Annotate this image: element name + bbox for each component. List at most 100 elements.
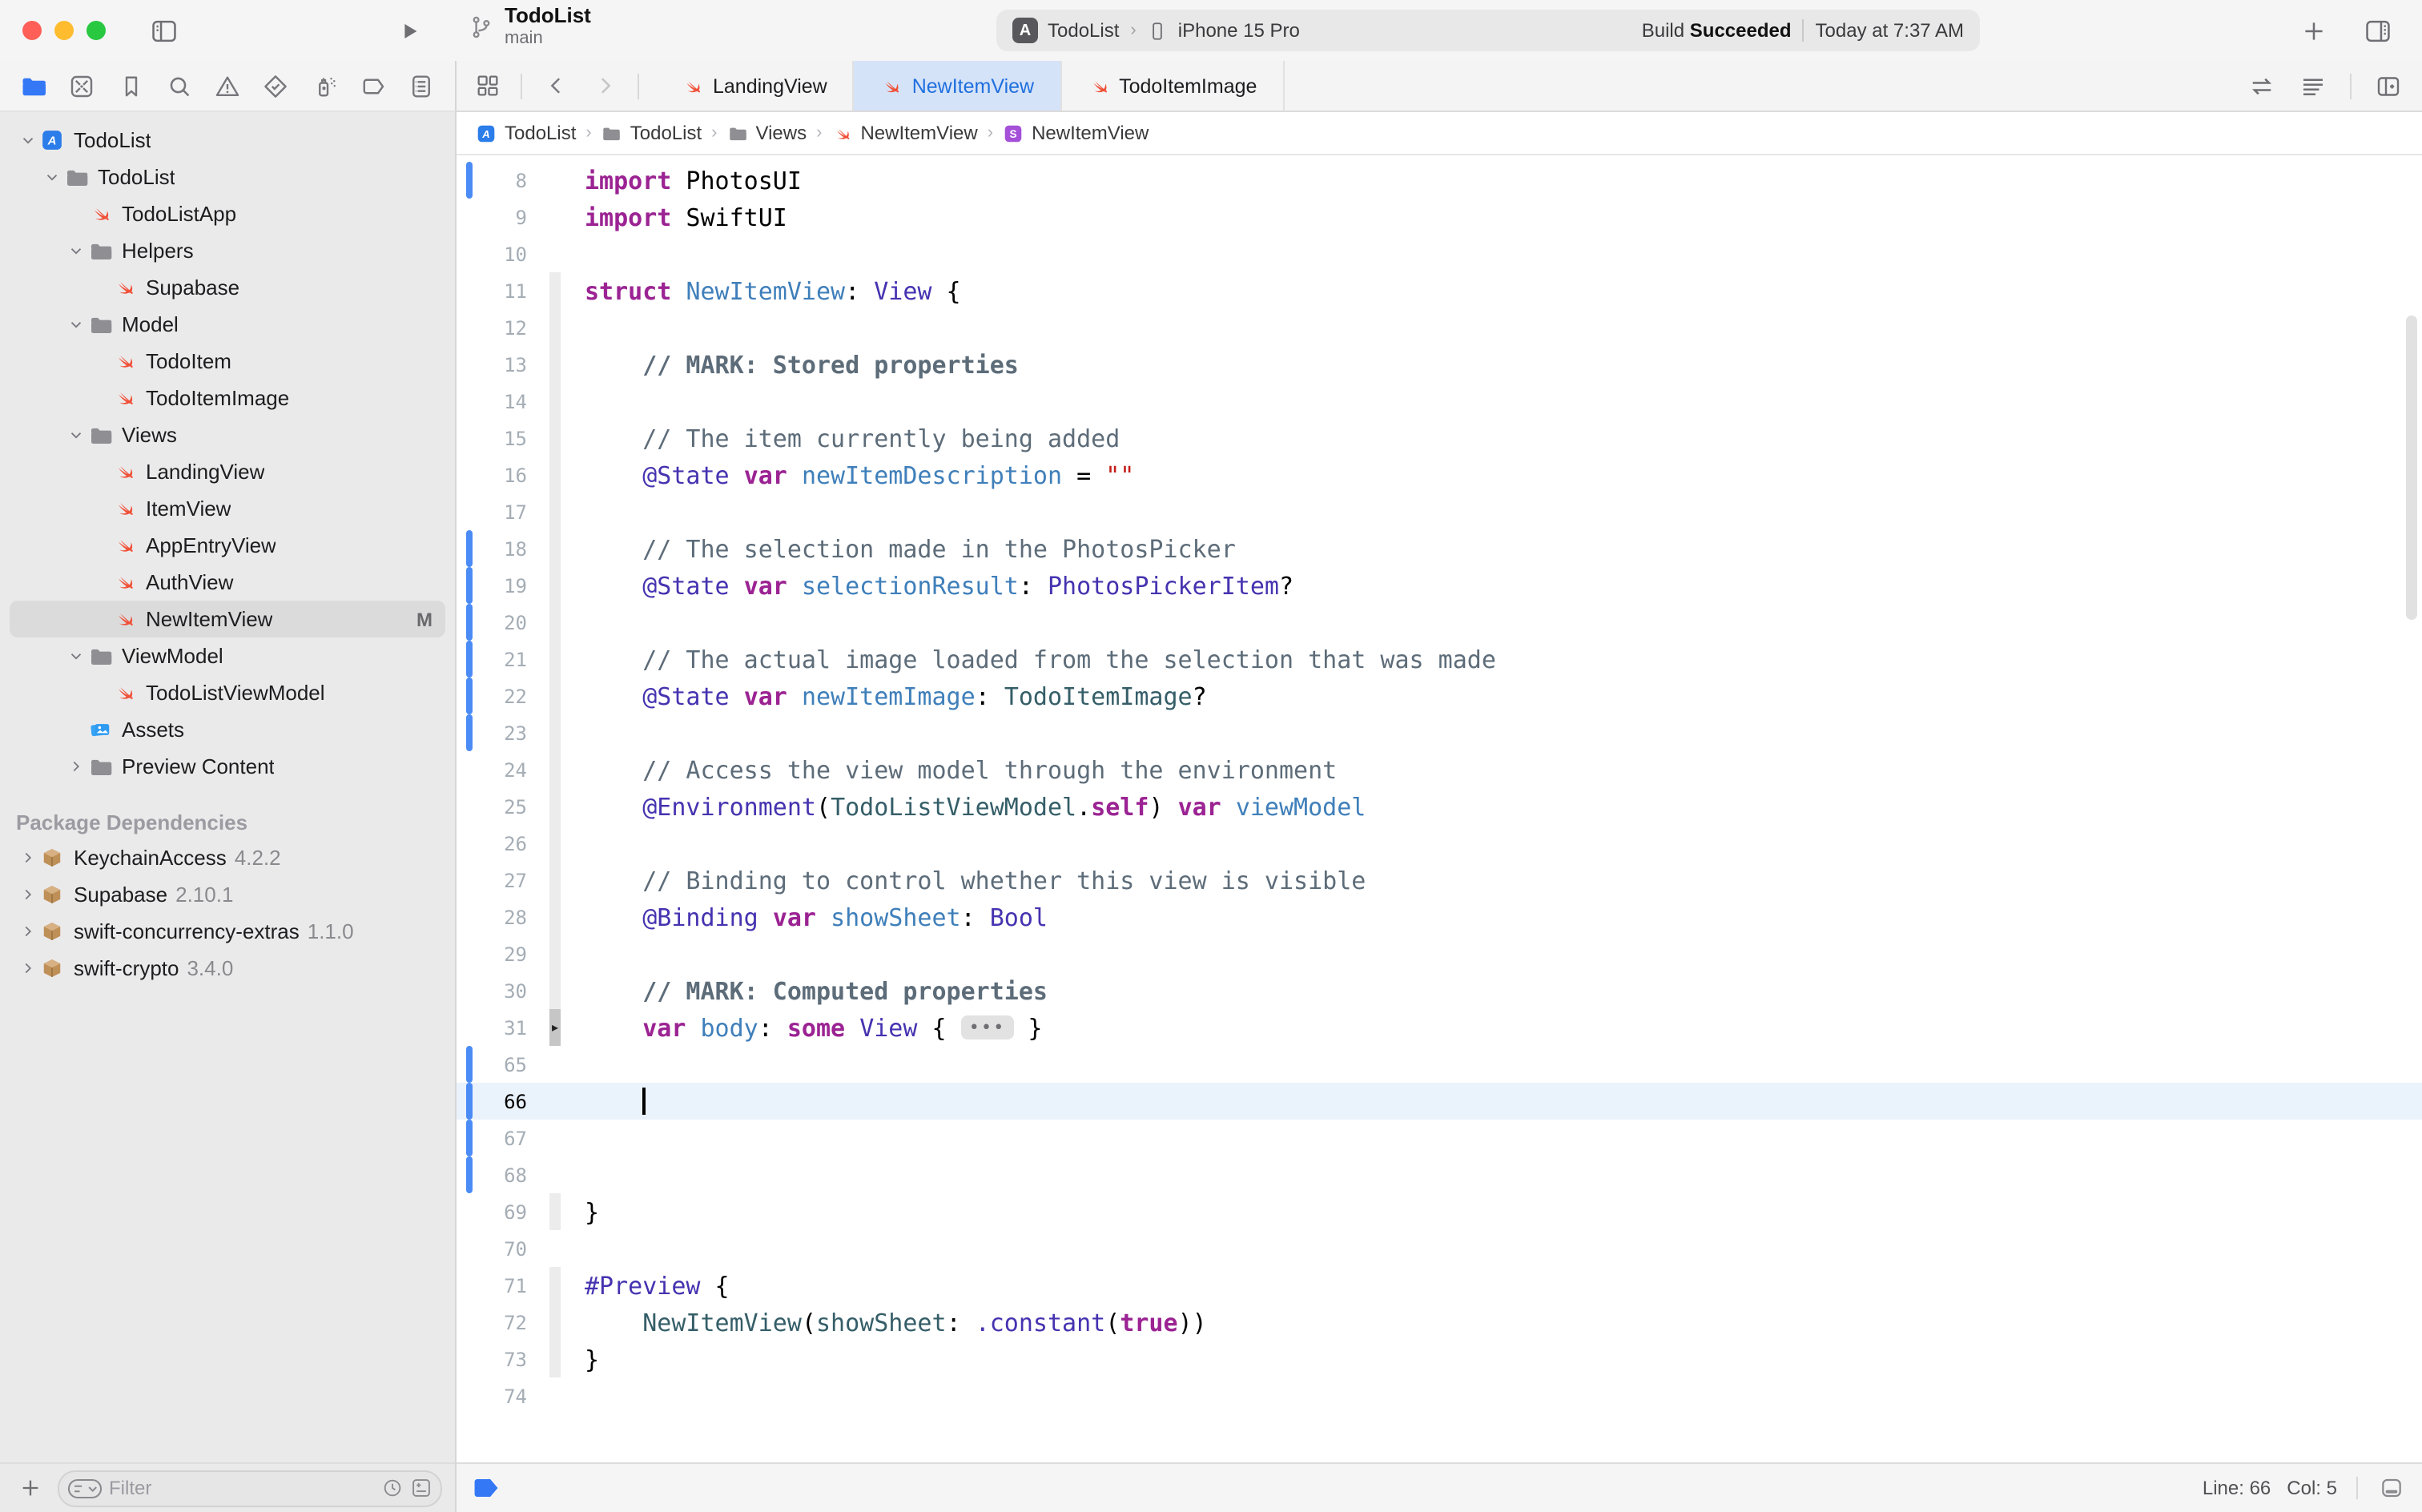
fold-gutter[interactable]: ▸ [546, 1009, 569, 1046]
fold-ribbon[interactable] [549, 935, 561, 972]
line-number[interactable]: 17 [457, 501, 546, 523]
code-line-9[interactable]: 9import SwiftUI [457, 199, 2422, 235]
code-line-15[interactable]: 15 // The item currently being added [457, 420, 2422, 456]
line-number[interactable]: 25 [457, 795, 546, 818]
fold-gutter[interactable] [546, 309, 569, 346]
fold-ribbon[interactable] [549, 641, 561, 678]
code-line-17[interactable]: 17 [457, 493, 2422, 530]
activity-view[interactable]: A TodoList › iPhone 15 Pro Build Succeed… [996, 10, 1980, 51]
line-number[interactable]: 11 [457, 279, 546, 302]
editor-scrollbar[interactable] [2406, 316, 2417, 620]
fold-ribbon[interactable] [549, 751, 561, 788]
fold-ribbon[interactable] [549, 309, 561, 346]
line-number[interactable]: 71 [457, 1274, 546, 1297]
editor-tab-TodoItemImage[interactable]: TodoItemImage [1061, 61, 1284, 111]
line-number[interactable]: 26 [457, 832, 546, 855]
adjust-editor-options-icon[interactable] [2295, 68, 2331, 103]
fold-ribbon[interactable] [549, 788, 561, 825]
breadcrumb-item-NewItemView[interactable]: NewItemView [831, 122, 977, 144]
code-line-24[interactable]: 24 // Access the view model through the … [457, 751, 2422, 788]
forward-icon[interactable] [586, 68, 622, 103]
source-control-navigator-icon[interactable] [65, 68, 100, 103]
fold-gutter[interactable] [546, 604, 569, 641]
line-number[interactable]: 24 [457, 758, 546, 781]
breadcrumb-item-TodoList[interactable]: TodoList [601, 122, 702, 144]
fold-gutter[interactable] [546, 530, 569, 567]
fold-gutter[interactable] [546, 714, 569, 751]
code-line-27[interactable]: 27 // Binding to control whether this vi… [457, 862, 2422, 899]
fold-gutter[interactable] [546, 678, 569, 714]
line-number[interactable]: 72 [457, 1311, 546, 1333]
find-navigator-icon[interactable] [162, 68, 197, 103]
fold-gutter[interactable] [546, 751, 569, 788]
line-number[interactable]: 16 [457, 464, 546, 486]
sidebar-item-Views[interactable]: Views [10, 416, 445, 453]
disclosure-slot[interactable] [16, 923, 38, 940]
disclosure-slot[interactable] [64, 426, 86, 444]
fold-gutter[interactable] [546, 1083, 569, 1120]
add-file-icon[interactable] [13, 1470, 48, 1506]
fold-ribbon[interactable] [549, 972, 561, 1009]
sidebar-item-TodoItemImage[interactable]: TodoItemImage [10, 380, 445, 416]
sidebar-item-ViewModel[interactable]: ViewModel [10, 637, 445, 674]
fold-ribbon[interactable] [549, 1267, 561, 1304]
sidebar-item-AuthView[interactable]: AuthView [10, 564, 445, 601]
code-line-20[interactable]: 20 [457, 604, 2422, 641]
code-line-69[interactable]: 69} [457, 1193, 2422, 1230]
code-fold-ellipsis[interactable]: ••• [961, 1015, 1014, 1039]
fold-gutter[interactable] [546, 420, 569, 456]
line-number[interactable]: 10 [457, 243, 546, 265]
code-line-30[interactable]: 30 // MARK: Computed properties [457, 972, 2422, 1009]
fold-gutter[interactable] [546, 162, 569, 199]
fold-gutter[interactable] [546, 199, 569, 235]
project-header[interactable]: TodoList main [468, 5, 591, 49]
back-icon[interactable] [538, 68, 573, 103]
source-control-filter-icon[interactable] [410, 1477, 432, 1499]
fold-ribbon[interactable] [549, 678, 561, 714]
line-number[interactable]: 73 [457, 1348, 546, 1370]
code-line-23[interactable]: 23 [457, 714, 2422, 751]
fold-gutter[interactable] [546, 972, 569, 1009]
code-line-28[interactable]: 28 @Binding var showSheet: Bool [457, 899, 2422, 935]
fold-gutter[interactable] [546, 1304, 569, 1341]
disclosure-slot[interactable] [16, 959, 38, 977]
sidebar-item-TodoListApp[interactable]: TodoListApp [10, 195, 445, 232]
debug-navigator-icon[interactable] [307, 68, 342, 103]
package-item-Supabase[interactable]: Supabase2.10.1 [10, 876, 445, 913]
fold-ribbon[interactable] [549, 567, 561, 604]
fold-gutter[interactable] [546, 1377, 569, 1414]
sidebar-item-Helpers[interactable]: Helpers [10, 232, 445, 269]
code-line-12[interactable]: 12 [457, 309, 2422, 346]
add-library-icon[interactable] [2294, 11, 2332, 50]
tab-overview-icon[interactable] [469, 68, 505, 103]
breadcrumb-item-TodoList[interactable]: ATodoList [476, 122, 576, 144]
breakpoints-icon[interactable] [473, 1478, 500, 1498]
bookmark-navigator-icon[interactable] [113, 68, 148, 103]
fold-gutter[interactable] [546, 1046, 569, 1083]
code-line-70[interactable]: 70 [457, 1230, 2422, 1267]
sidebar-item-TodoListViewModel[interactable]: TodoListViewModel [10, 674, 445, 711]
code-line-67[interactable]: 67 [457, 1120, 2422, 1156]
line-number[interactable]: 70 [457, 1237, 546, 1260]
disclosure-slot[interactable] [16, 849, 38, 867]
fold-ribbon[interactable] [549, 825, 561, 862]
fold-ribbon[interactable] [549, 530, 561, 567]
code-line-19[interactable]: 19 @State var selectionResult: PhotosPic… [457, 567, 2422, 604]
fold-ribbon[interactable] [549, 346, 561, 383]
fold-ribbon[interactable] [549, 493, 561, 530]
code-line-22[interactable]: 22 @State var newItemImage: TodoItemImag… [457, 678, 2422, 714]
sidebar-item-TodoList[interactable]: ATodoList [10, 122, 445, 159]
fold-gutter[interactable] [546, 788, 569, 825]
fold-gutter[interactable] [546, 935, 569, 972]
code-line-68[interactable]: 68 [457, 1156, 2422, 1193]
breakpoint-navigator-icon[interactable] [356, 68, 391, 103]
line-number[interactable]: 12 [457, 316, 546, 339]
disclosure-slot[interactable] [64, 647, 86, 665]
fold-gutter[interactable] [546, 346, 569, 383]
sidebar-item-Model[interactable]: Model [10, 306, 445, 343]
fold-gutter[interactable] [546, 1267, 569, 1304]
zoom-window-button[interactable] [86, 21, 106, 40]
sidebar-item-Supabase[interactable]: Supabase [10, 269, 445, 306]
editor-tab-LandingView[interactable]: LandingView [655, 61, 855, 111]
code-line-72[interactable]: 72 NewItemView(showSheet: .constant(true… [457, 1304, 2422, 1341]
